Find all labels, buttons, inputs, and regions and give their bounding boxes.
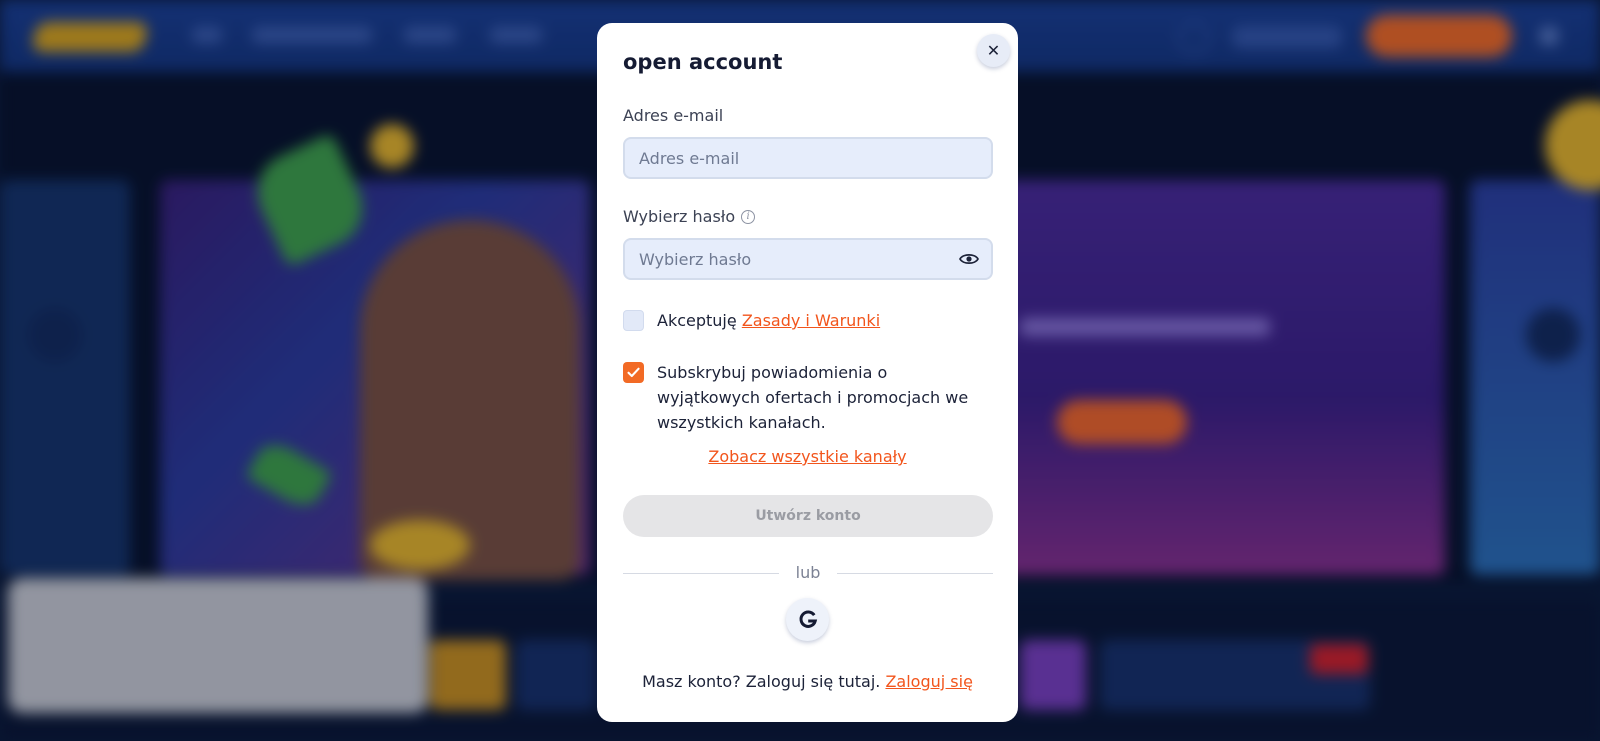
password-label: Wybierz hasło [623, 207, 736, 226]
divider-text: lub [779, 563, 837, 582]
eye-icon[interactable] [958, 250, 980, 268]
check-icon [627, 367, 640, 378]
see-all-channels-link[interactable]: Zobacz wszystkie kanały [708, 447, 906, 466]
subscribe-row: Subskrybuj powiadomienia o wyjątkowych o… [623, 362, 993, 435]
close-icon: ✕ [986, 41, 1001, 60]
terms-label: Akceptuję [657, 311, 737, 330]
subscribe-checkbox[interactable] [623, 362, 644, 383]
terms-text: Akceptuję Zasady i Warunki [657, 308, 880, 333]
email-label: Adres e-mail [623, 106, 724, 125]
close-button[interactable]: ✕ [977, 34, 1010, 67]
password-field[interactable] [623, 238, 993, 280]
google-signin-button[interactable] [786, 598, 829, 641]
google-icon [799, 610, 817, 628]
modal-title: open account [623, 50, 783, 74]
terms-checkbox[interactable] [623, 310, 644, 331]
terms-row: Akceptuję Zasady i Warunki [623, 310, 880, 333]
login-prompt: Masz konto? Zaloguj się tutaj. [642, 672, 881, 691]
terms-link[interactable]: Zasady i Warunki [742, 311, 880, 330]
email-field[interactable] [623, 137, 993, 179]
create-account-button[interactable]: Utwórz konto [623, 495, 993, 537]
subscribe-text: Subskrybuj powiadomienia o wyjątkowych o… [657, 363, 969, 432]
login-row: Masz konto? Zaloguj się tutaj. Zaloguj s… [597, 672, 1018, 691]
signup-modal: ✕ open account Adres e-mail Wybierz hasł… [597, 23, 1018, 722]
channels-link-row: Zobacz wszystkie kanały [597, 447, 1018, 466]
password-label-row: Wybierz hasło i [623, 207, 756, 226]
login-link[interactable]: Zaloguj się [885, 672, 972, 691]
info-icon[interactable]: i [741, 209, 756, 224]
